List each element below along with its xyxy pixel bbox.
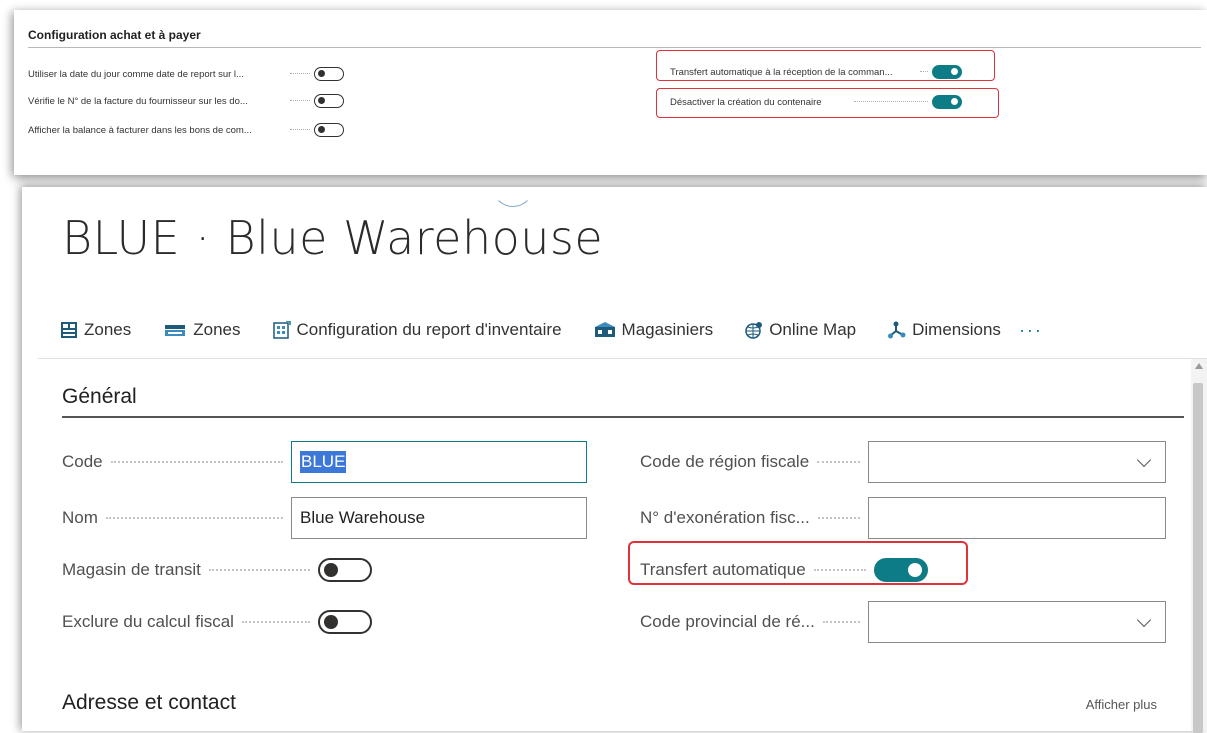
code-field[interactable]: BLUE <box>291 441 587 483</box>
general-section-title[interactable]: Général <box>62 385 137 409</box>
location-card-page: BLUE · Blue Warehouse Zones Zones Config… <box>22 187 1207 733</box>
check-vendor-invoice-toggle[interactable] <box>314 94 344 108</box>
action-bar: Zones Zones Configuration du report d'in… <box>60 317 1187 343</box>
action-zones-2[interactable]: Zones <box>163 320 241 340</box>
action-label: Zones <box>193 320 241 339</box>
field-row-code: Code BLUE <box>62 441 587 483</box>
tax-exemption-label: N° d'exonération fisc... <box>640 508 810 527</box>
action-inventory-posting-setup[interactable]: Configuration du report d'inventaire <box>272 320 562 340</box>
field-row-in-transit: Magasin de transit <box>62 549 372 591</box>
name-value: Blue Warehouse <box>300 508 426 527</box>
zones-grid-icon <box>60 321 78 339</box>
inventory-posting-setup-icon <box>272 320 291 339</box>
tax-area-label: Code de région fiscale <box>640 452 810 471</box>
setting-row-show-balance: Afficher la balance à facturer dans les … <box>28 121 344 139</box>
chevron-down-icon <box>1136 452 1152 468</box>
more-options-icon[interactable]: ··· <box>1019 320 1043 341</box>
tax-exemption-field[interactable] <box>868 497 1166 539</box>
province-select[interactable] <box>868 601 1166 643</box>
action-dimensions[interactable]: Dimensions <box>888 320 1001 340</box>
dotted-leader <box>241 621 310 623</box>
in-transit-toggle[interactable] <box>318 558 372 582</box>
dotted-leader <box>110 461 283 463</box>
field-row-tax-area: Code de région fiscale <box>640 441 1166 483</box>
scroll-thumb[interactable] <box>1193 383 1203 733</box>
setting-label: Vérifie le N° de la facture du fournisse… <box>28 95 248 107</box>
code-value: BLUE <box>300 451 347 473</box>
field-row-exclude-tax: Exclure du calcul fiscal <box>62 601 372 643</box>
purchases-payables-setup-panel: Configuration achat et à payer Utiliser … <box>14 10 1207 175</box>
dotted-leader <box>290 73 310 75</box>
warehouse-employees-icon <box>594 321 616 339</box>
action-zones-1[interactable]: Zones <box>60 320 131 340</box>
tax-area-select[interactable] <box>868 441 1166 483</box>
scroll-up-icon[interactable] <box>1195 363 1203 369</box>
action-label: Magasiniers <box>621 320 714 339</box>
province-label: Code provincial de ré... <box>640 612 815 631</box>
globe-map-icon <box>745 321 763 339</box>
show-balance-toggle[interactable] <box>314 123 344 137</box>
setting-row-check-vendor-invoice: Vérifie le N° de la facture du fournisse… <box>28 92 344 110</box>
exclude-tax-toggle[interactable] <box>318 610 372 634</box>
dotted-leader <box>817 461 860 463</box>
action-label: Dimensions <box>912 320 1001 339</box>
dotted-leader <box>290 100 310 102</box>
dotted-leader <box>105 517 283 519</box>
action-warehouse-employees[interactable]: Magasiniers <box>594 320 714 340</box>
address-section-title[interactable]: Adresse et contact <box>62 691 236 715</box>
action-label: Configuration du report d'inventaire <box>296 320 562 339</box>
field-row-tax-exemption: N° d'exonération fisc... <box>640 497 1166 539</box>
dotted-leader <box>817 517 860 519</box>
in-transit-label: Magasin de transit <box>62 560 201 579</box>
highlight-box <box>656 88 999 118</box>
field-row-province: Code provincial de ré... <box>640 601 1166 643</box>
action-online-map[interactable]: Online Map <box>745 320 856 340</box>
page-title: BLUE · Blue Warehouse <box>62 211 604 265</box>
setting-label: Utiliser la date du jour comme date de r… <box>28 68 244 80</box>
setting-label: Afficher la balance à facturer dans les … <box>28 124 252 136</box>
name-field[interactable]: Blue Warehouse <box>291 497 587 539</box>
name-label: Nom <box>62 508 98 527</box>
section-underline <box>62 416 1184 418</box>
dimensions-icon <box>888 321 906 339</box>
zones-tray-icon <box>163 321 187 339</box>
action-label: Zones <box>84 320 132 339</box>
highlight-box <box>628 541 968 585</box>
setup-panel-title: Configuration achat et à payer <box>28 28 201 42</box>
show-more-link[interactable]: Afficher plus <box>1086 697 1157 712</box>
chevron-down-icon <box>1136 612 1152 628</box>
use-workdate-toggle[interactable] <box>314 67 344 81</box>
decorative-arc <box>492 165 534 207</box>
exclude-tax-label: Exclure du calcul fiscal <box>62 612 234 631</box>
field-row-name: Nom Blue Warehouse <box>62 497 587 539</box>
dotted-leader <box>822 621 860 623</box>
code-label: Code <box>62 452 103 471</box>
setup-panel-divider <box>28 47 1201 48</box>
general-fasttab: Général Code BLUE Nom Blue Warehouse Mag… <box>38 359 1184 731</box>
dotted-leader <box>290 129 310 131</box>
action-label: Online Map <box>769 320 857 339</box>
highlight-box <box>656 50 995 81</box>
setting-row-use-workdate: Utiliser la date du jour comme date de r… <box>28 65 344 83</box>
dotted-leader <box>208 569 310 571</box>
